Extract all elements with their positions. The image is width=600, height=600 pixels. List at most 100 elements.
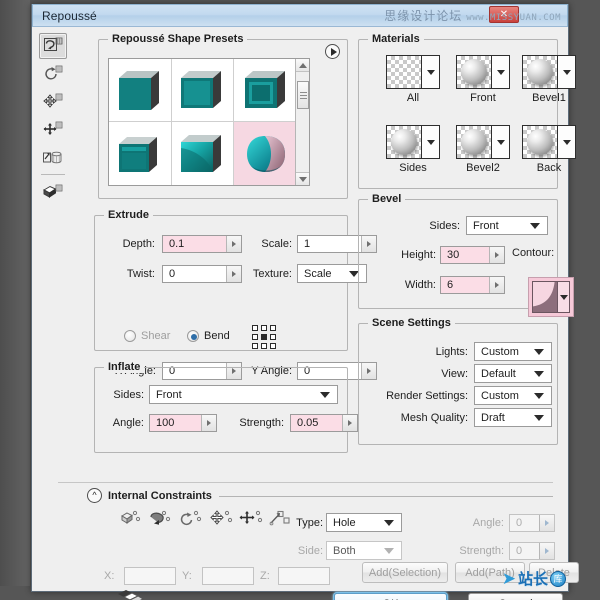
bend-radio[interactable]: Bend: [187, 330, 230, 342]
scroll-down-icon[interactable]: [296, 172, 309, 185]
add-path-button[interactable]: Add(Path): [455, 562, 525, 583]
add-selection-button[interactable]: Add(Selection): [362, 562, 448, 583]
material-label: Front: [456, 92, 510, 104]
mesh-view-tool[interactable]: [39, 179, 67, 205]
mesh-presets-icon[interactable]: [114, 588, 146, 600]
constraint-type-label: Type:: [287, 517, 323, 529]
bevel-height-input[interactable]: 30: [440, 246, 505, 264]
depth-spinner-icon[interactable]: [226, 236, 241, 252]
slide-mesh-tool[interactable]: [39, 117, 67, 143]
material-swatch-button[interactable]: [456, 125, 510, 159]
material-swatch-button[interactable]: [522, 125, 576, 159]
bevel-sides-dropdown[interactable]: Front: [466, 216, 548, 235]
shear-radio[interactable]: Shear: [124, 330, 170, 342]
material-swatch-button[interactable]: [386, 125, 440, 159]
scale-mesh-tool[interactable]: [39, 145, 67, 171]
chevron-down-icon[interactable]: [558, 126, 575, 158]
cancel-button[interactable]: Cancel: [468, 593, 563, 600]
render-settings-dropdown[interactable]: Custom: [474, 386, 552, 405]
constraint-type-dropdown[interactable]: Hole: [326, 513, 402, 532]
preset-item-4[interactable]: [172, 122, 235, 185]
radio-icon[interactable]: [187, 330, 199, 342]
chevron-down-icon[interactable]: [492, 56, 509, 88]
presets-menu-icon[interactable]: [325, 44, 340, 59]
bevel-width-input[interactable]: 6: [440, 276, 505, 294]
bevel-sides-label: Sides:: [398, 220, 460, 232]
pan-mesh-tool[interactable]: [39, 89, 67, 115]
twist-input[interactable]: 0: [162, 265, 242, 283]
close-icon[interactable]: ✕: [489, 6, 519, 23]
material-back: Back: [522, 125, 576, 174]
workspace-backdrop-left: [0, 0, 30, 600]
shape-presets-panel[interactable]: [108, 58, 310, 186]
inflate-sides-label: Sides:: [100, 389, 144, 401]
inflate-strength-input[interactable]: 0.05: [290, 414, 358, 432]
anchor-point-grid[interactable]: [252, 325, 276, 349]
preset-item-0[interactable]: [109, 59, 172, 122]
constraint-side-dropdown[interactable]: Both: [326, 541, 402, 560]
presets-scrollbar[interactable]: [295, 59, 309, 185]
constraint-strength-input[interactable]: 0: [509, 542, 555, 560]
scroll-up-icon[interactable]: [296, 59, 309, 72]
inflate-strength-label: Strength:: [222, 417, 284, 429]
internal-constraints-header[interactable]: ^ Internal Constraints: [87, 488, 212, 503]
constraint-angle-input[interactable]: 0: [509, 514, 555, 532]
material-preview-all[interactable]: [387, 56, 422, 88]
bevel-height-spinner-icon[interactable]: [489, 247, 504, 263]
rotate-mesh-tool[interactable]: [39, 33, 67, 59]
preset-item-2[interactable]: [234, 59, 297, 122]
scrollbar-thumb[interactable]: [297, 81, 309, 109]
inflate-sides-value: Front: [156, 389, 320, 401]
material-preview-back[interactable]: [523, 126, 558, 158]
material-preview-bevel1[interactable]: [523, 56, 558, 88]
mesh-quality-value: Draft: [481, 412, 534, 424]
constraint-angle-value: 0: [510, 515, 539, 531]
dialog-titlebar[interactable]: Repoussé ✕ 思缘设计论坛 www.MISSYUAN.COM: [32, 4, 568, 27]
collapse-chevron-icon[interactable]: ^: [87, 488, 102, 503]
constraint-strength-spinner-icon[interactable]: [539, 543, 554, 559]
constraint-z-input[interactable]: [278, 567, 330, 585]
chevron-down-icon[interactable]: [422, 56, 439, 88]
constraint-y-input[interactable]: [202, 567, 254, 585]
constraint-slide-tool[interactable]: [238, 508, 264, 530]
lights-dropdown[interactable]: Custom: [474, 342, 552, 361]
contour-swatch[interactable]: [528, 277, 574, 317]
chevron-down-icon[interactable]: [557, 282, 569, 312]
chevron-down-icon[interactable]: [558, 56, 575, 88]
inflate-angle-input[interactable]: 100: [149, 414, 217, 432]
constraint-angle-spinner-icon[interactable]: [539, 515, 554, 531]
constraint-roll-tool[interactable]: [178, 508, 204, 530]
constraint-x-input[interactable]: [124, 567, 176, 585]
constraint-select-tool[interactable]: [118, 508, 144, 530]
preset-item-5[interactable]: [234, 122, 297, 185]
inflate-strength-spinner-icon[interactable]: [342, 415, 357, 431]
constraint-rotate-tool[interactable]: [148, 508, 174, 530]
inflate-sides-dropdown[interactable]: Front: [149, 385, 338, 404]
texture-dropdown[interactable]: Scale: [297, 264, 367, 283]
material-preview-sides[interactable]: [387, 126, 422, 158]
depth-value: 0.1: [163, 236, 226, 252]
radio-icon[interactable]: [124, 330, 136, 342]
mesh-quality-dropdown[interactable]: Draft: [474, 408, 552, 427]
ok-button[interactable]: OK: [334, 593, 447, 600]
material-swatch-button[interactable]: [522, 55, 576, 89]
chevron-down-icon: [534, 349, 544, 355]
depth-input[interactable]: 0.1: [162, 235, 242, 253]
chevron-down-icon[interactable]: [422, 126, 439, 158]
inflate-angle-value: 100: [150, 415, 201, 431]
inflate-angle-spinner-icon[interactable]: [201, 415, 216, 431]
chevron-down-icon[interactable]: [492, 126, 509, 158]
material-label: All: [386, 92, 440, 104]
constraint-tools: [118, 508, 294, 530]
view-dropdown[interactable]: Default: [474, 364, 552, 383]
material-preview-bevel2[interactable]: [457, 126, 492, 158]
preset-item-1[interactable]: [172, 59, 235, 122]
material-swatch-button[interactable]: [386, 55, 440, 89]
delete-button[interactable]: Delete: [529, 562, 579, 583]
bevel-width-spinner-icon[interactable]: [489, 277, 504, 293]
material-swatch-button[interactable]: [456, 55, 510, 89]
material-preview-front[interactable]: [457, 56, 492, 88]
constraint-pan-tool[interactable]: [208, 508, 234, 530]
roll-mesh-tool[interactable]: [39, 61, 67, 87]
preset-item-3[interactable]: [109, 122, 172, 185]
